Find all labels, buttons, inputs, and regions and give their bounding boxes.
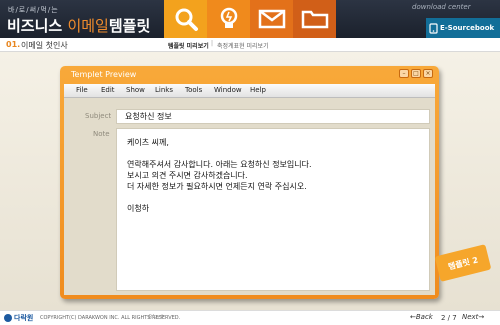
breadcrumb-separator: | [211, 40, 214, 47]
menu-window[interactable]: Window [214, 86, 242, 94]
minimize-icon[interactable]: – [399, 69, 409, 78]
close-icon[interactable]: × [423, 69, 433, 78]
page-indicator: 2 / 7 [441, 314, 457, 322]
footer: 다락원 COPYRIGHT(C) DARAKWON INC. ALL RIGHT… [0, 310, 500, 325]
brand-title: 비즈니스 이메일템플릿 [7, 15, 150, 36]
note-label: Note [93, 130, 110, 138]
menu-file[interactable]: File [76, 86, 88, 94]
note-line-2: 보시고 의견 주시면 감사하겠습니다. [127, 171, 248, 180]
menu-help[interactable]: Help [250, 86, 266, 94]
menu-links[interactable]: Links [155, 86, 173, 94]
note-signature: 이청하 [127, 204, 150, 213]
mail-tile[interactable] [250, 0, 293, 38]
folder-tile[interactable] [293, 0, 336, 38]
menu-bar: File Edit Show Links Tools Window Help [64, 84, 435, 98]
breadcrumb-current: 템플릿 미리보기 [168, 43, 209, 50]
brand-title-accent: 이메일 [67, 17, 109, 35]
footer-scribble: Black [148, 314, 165, 321]
brand-title-main: 비즈니스 [7, 17, 63, 35]
window-content: Subject 요청하신 정보 Note 케이츠 씨께, 연락해주셔서 감사합니… [64, 98, 435, 295]
lightbulb-icon [220, 7, 237, 28]
maximize-icon[interactable]: □ [411, 69, 421, 78]
breadcrumb-sub[interactable]: 축정계표현 미리보기 [217, 41, 269, 50]
publisher-logo: 다락원 [4, 313, 33, 323]
search-icon [175, 8, 198, 31]
window-controls: – □ × [399, 69, 433, 78]
subject-field[interactable]: 요청하신 정보 [116, 109, 430, 124]
note-line-1: 연락해주셔서 감사합니다. 아래는 요청하신 정보입니다. [127, 160, 312, 169]
note-field[interactable]: 케이츠 씨께, 연락해주셔서 감사합니다. 아래는 요청하신 정보입니다. 보시… [116, 128, 430, 291]
menu-edit[interactable]: Edit [101, 86, 115, 94]
mail-icon [258, 9, 285, 29]
section-title: 이메일 첫인사 [21, 41, 68, 50]
idea-tile[interactable] [207, 0, 250, 38]
menu-show[interactable]: Show [126, 86, 145, 94]
esourcebook-tab[interactable]: E-Sourcebook [426, 18, 500, 38]
next-button[interactable]: Next→ [462, 313, 484, 321]
download-center-link[interactable]: download center [412, 3, 471, 11]
top-header: 바/로/써/먹/는 비즈니스 이메일템플릿 download center E-… [0, 0, 500, 38]
note-greeting: 케이츠 씨께, [127, 138, 169, 147]
subject-label: Subject [85, 112, 112, 120]
breadcrumb: 01. 이메일 첫인사 템플릿 미리보기 | 축정계표현 미리보기 [0, 38, 500, 52]
window-title: Templet Preview [71, 70, 137, 79]
esourcebook-label: E-Sourcebook [440, 24, 495, 32]
brand-subtitle: 바/로/써/먹/는 [8, 6, 59, 14]
search-tile[interactable] [164, 0, 207, 38]
note-line-3: 더 자세한 정보가 필요하시면 언제든지 연락 주십시오. [127, 182, 307, 191]
template-preview-window: Templet Preview – □ × File Edit Show Lin… [60, 66, 439, 299]
device-icon [429, 23, 438, 34]
section-number: 01. [6, 40, 21, 49]
brand-title-end: 템플릿 [108, 17, 151, 35]
logo-text: 다락원 [14, 314, 34, 322]
menu-tools[interactable]: Tools [185, 86, 202, 94]
logo-mark-icon [4, 314, 12, 322]
folder-icon [301, 10, 328, 29]
back-button[interactable]: ←Back [410, 313, 433, 321]
